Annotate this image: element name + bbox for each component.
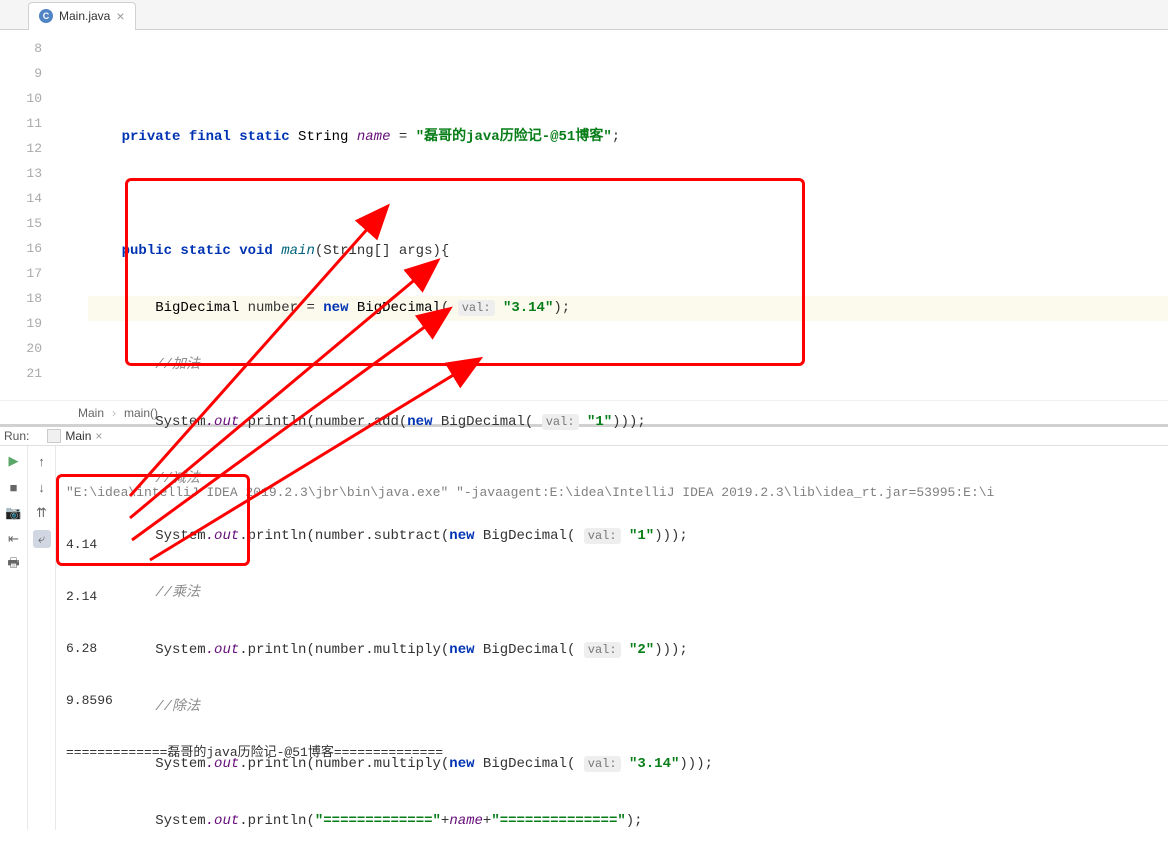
close-icon[interactable]: × — [116, 9, 124, 23]
console-output[interactable]: "E:\idea\intelliJ IDEA 2019.2.3\jbr\bin\… — [56, 446, 1168, 830]
wrap-icon[interactable]: ⤶ — [33, 530, 51, 548]
output-line: 9.8596 — [66, 690, 1158, 712]
output-line: 2.14 — [66, 586, 1158, 608]
output-line: 4.14 — [66, 534, 1158, 556]
run-left-toolbar: ▶ ■ 📷 ⇤ 🖶 — [0, 446, 28, 830]
code-area[interactable]: private final static String name = "磊哥的j… — [48, 30, 1168, 400]
editor-tabs: C Main.java × — [0, 0, 1168, 30]
exit-icon[interactable]: ⇤ — [5, 530, 23, 548]
gutter: 8 9 10 11 12 13 14 15 16 17 18 19 20 21 — [0, 30, 48, 400]
down-arrow-icon[interactable]: ↓ — [33, 478, 51, 496]
up-arrow-icon[interactable]: ↑ — [33, 452, 51, 470]
camera-icon[interactable]: 📷 — [5, 504, 23, 522]
application-icon — [47, 429, 61, 443]
output-line: =============磊哥的java历险记-@51博客===========… — [66, 742, 1158, 764]
command-line: "E:\idea\intelliJ IDEA 2019.2.3\jbr\bin\… — [66, 482, 1158, 504]
filter-icon[interactable]: ⇈ — [33, 504, 51, 522]
run-label: Run: — [4, 429, 29, 443]
rerun-icon[interactable]: ▶ — [5, 452, 23, 470]
run-panel: Run: Main × ▶ ■ 📷 ⇤ 🖶 ↑ ↓ ⇈ ⤶ "E:\ — [0, 424, 1168, 624]
file-tab-main[interactable]: C Main.java × — [28, 2, 136, 30]
tab-label: Main.java — [59, 9, 110, 23]
java-class-icon: C — [39, 9, 53, 23]
output-line: 6.28 — [66, 638, 1158, 660]
run-left-toolbar-2: ↑ ↓ ⇈ ⤶ — [28, 446, 56, 830]
print-icon[interactable]: 🖶 — [5, 556, 23, 574]
editor: 8 9 10 11 12 13 14 15 16 17 18 19 20 21 … — [0, 30, 1168, 400]
stop-icon[interactable]: ■ — [5, 478, 23, 496]
